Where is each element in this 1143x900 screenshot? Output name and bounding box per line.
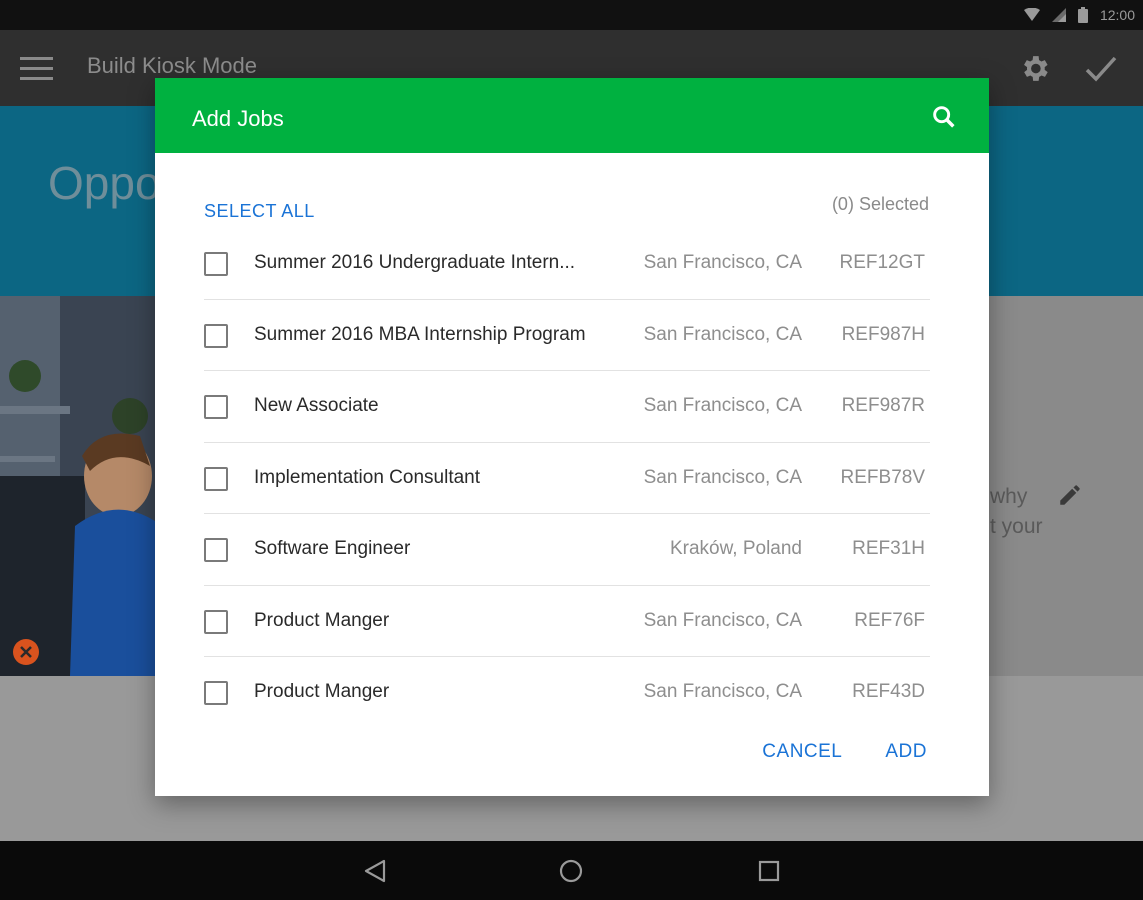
battery-icon — [1077, 7, 1088, 23]
dialog-title: Add Jobs — [192, 106, 284, 131]
job-list: Summer 2016 Undergraduate Intern... San … — [204, 228, 930, 729]
job-row[interactable]: New Associate San Francisco, CA REF987R — [204, 371, 930, 443]
job-checkbox[interactable] — [204, 466, 228, 491]
job-checkbox[interactable] — [204, 609, 228, 634]
home-icon[interactable] — [558, 858, 584, 884]
job-ref: REF987H — [841, 323, 925, 345]
add-button[interactable]: ADD — [885, 741, 927, 763]
job-title: Implementation Consultant — [254, 466, 481, 488]
job-location: San Francisco, CA — [643, 395, 802, 416]
job-row[interactable]: Summer 2016 Undergraduate Intern... San … — [204, 228, 930, 300]
remove-icon[interactable] — [12, 638, 40, 666]
selected-count: (0) Selected — [831, 194, 929, 214]
status-time: 12:00 — [1099, 7, 1135, 23]
photo-illustration — [0, 296, 155, 676]
wifi-icon — [1023, 8, 1040, 21]
job-row[interactable]: Implementation Consultant San Francisco,… — [204, 443, 930, 514]
job-location: San Francisco, CA — [643, 609, 802, 631]
job-location: San Francisco, CA — [643, 252, 802, 273]
background-photo — [0, 296, 155, 676]
dialog-actions: CANCEL ADD — [762, 741, 927, 763]
job-row[interactable]: Product Manger San Francisco, CA REF43D — [204, 657, 930, 729]
recents-icon[interactable] — [756, 858, 782, 884]
check-icon[interactable] — [1084, 54, 1118, 84]
job-title: Summer 2016 MBA Internship Program — [254, 323, 586, 345]
job-title: Summer 2016 Undergraduate Intern... — [254, 252, 576, 273]
gear-icon[interactable] — [1018, 52, 1051, 85]
job-checkbox[interactable] — [204, 681, 228, 705]
status-bar: 12:00 — [0, 0, 1143, 30]
banner-title: Oppo — [48, 157, 155, 209]
job-ref: REF12GT — [839, 252, 925, 273]
job-row[interactable]: Summer 2016 MBA Internship Program San F… — [204, 300, 930, 371]
job-ref: REF76F — [854, 609, 925, 631]
signal-icon — [1051, 8, 1066, 22]
nav-bar — [0, 841, 1143, 900]
job-row[interactable]: Software Engineer Kraków, Poland REF31H — [204, 514, 930, 586]
job-ref: REFB78V — [840, 466, 925, 488]
add-jobs-dialog: Add Jobs SELECT ALL (0) Selected Summer … — [155, 78, 989, 796]
job-title: Product Manger — [254, 681, 390, 702]
job-row[interactable]: Product Manger San Francisco, CA REF76F — [204, 586, 930, 657]
select-all-button[interactable]: SELECT ALL — [204, 201, 315, 222]
dialog-header: Add Jobs — [155, 78, 989, 153]
menu-icon[interactable] — [20, 57, 53, 81]
search-icon[interactable] — [930, 103, 958, 131]
job-ref: REF43D — [852, 681, 925, 702]
job-ref: REF987R — [841, 395, 925, 416]
job-checkbox[interactable] — [204, 395, 228, 419]
job-location: San Francisco, CA — [643, 323, 802, 345]
background-text: why t your — [990, 485, 1043, 538]
job-checkbox[interactable] — [204, 323, 228, 348]
job-location: San Francisco, CA — [643, 681, 802, 702]
cancel-button[interactable]: CANCEL — [762, 741, 842, 763]
job-ref: REF31H — [852, 538, 925, 559]
job-title: Software Engineer — [254, 538, 411, 559]
job-title: Product Manger — [254, 609, 390, 631]
job-location: San Francisco, CA — [643, 466, 802, 488]
app-title: Build Kiosk Mode — [87, 53, 257, 78]
job-checkbox[interactable] — [204, 538, 228, 562]
job-checkbox[interactable] — [204, 252, 228, 276]
back-icon[interactable] — [362, 858, 388, 884]
job-title: New Associate — [254, 395, 379, 416]
job-location: Kraków, Poland — [669, 538, 802, 559]
edit-icon[interactable] — [1057, 482, 1083, 508]
